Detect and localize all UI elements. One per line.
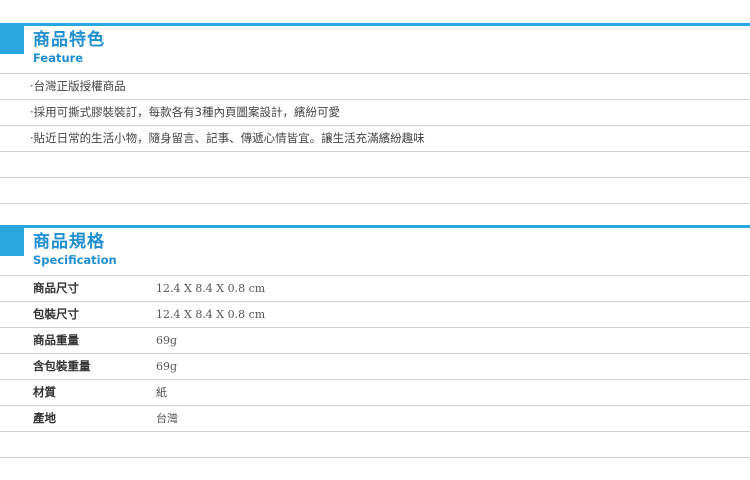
spec-subtitle: Specification bbox=[33, 253, 117, 267]
spec-label: 含包裝重量 bbox=[33, 359, 91, 373]
feature-item: ‧採用可撕式膠裝裝訂，每款各有3種內頁圖案設計，繽紛可愛 bbox=[0, 100, 750, 126]
spec-title: 商品規格 bbox=[33, 232, 105, 252]
feature-item bbox=[0, 178, 750, 204]
feature-header-bar bbox=[0, 26, 24, 54]
spec-header: 商品規格 Specification bbox=[0, 228, 750, 275]
spec-label: 包裝尺寸 bbox=[33, 307, 79, 321]
spec-section: 商品規格 Specification 商品尺寸 12.4 X 8.4 X 0.8… bbox=[0, 204, 750, 458]
feature-subtitle: Feature bbox=[33, 51, 84, 65]
spec-row: 商品尺寸 12.4 X 8.4 X 0.8 cm bbox=[0, 276, 750, 302]
spec-label: 商品重量 bbox=[33, 333, 79, 347]
spec-value: 12.4 X 8.4 X 0.8 cm bbox=[156, 308, 266, 321]
spec-label: 材質 bbox=[33, 385, 56, 399]
spec-row bbox=[0, 432, 750, 458]
feature-item: ‧台灣正版授權商品 bbox=[0, 74, 750, 100]
spec-value: 69g bbox=[156, 360, 178, 373]
spec-value: 台灣 bbox=[156, 412, 178, 425]
spec-row: 含包裝重量 69g bbox=[0, 354, 750, 380]
feature-item-text: ‧採用可撕式膠裝裝訂，每款各有3種內頁圖案設計，繽紛可愛 bbox=[30, 105, 340, 119]
feature-header: 商品特色 Feature bbox=[0, 26, 750, 73]
feature-item-text: ‧台灣正版授權商品 bbox=[30, 79, 126, 93]
spec-row: 商品重量 69g bbox=[0, 328, 750, 354]
spec-label: 商品尺寸 bbox=[33, 281, 79, 295]
feature-section: 商品特色 Feature ‧台灣正版授權商品 ‧採用可撕式膠裝裝訂，每款各有3種… bbox=[0, 0, 750, 204]
spec-row: 產地 台灣 bbox=[0, 406, 750, 432]
spec-value: 紙 bbox=[156, 386, 167, 399]
spec-header-bar bbox=[0, 228, 24, 256]
spec-value: 12.4 X 8.4 X 0.8 cm bbox=[156, 282, 266, 295]
spec-row: 材質 紙 bbox=[0, 380, 750, 406]
feature-item-text: ‧貼近日常的生活小物，隨身留言、記事、傳遞心情皆宜。讓生活充滿繽紛趣味 bbox=[30, 131, 425, 145]
spec-label: 產地 bbox=[33, 411, 56, 425]
spec-row: 包裝尺寸 12.4 X 8.4 X 0.8 cm bbox=[0, 302, 750, 328]
feature-list: ‧台灣正版授權商品 ‧採用可撕式膠裝裝訂，每款各有3種內頁圖案設計，繽紛可愛 ‧… bbox=[0, 73, 750, 204]
feature-item: ‧貼近日常的生活小物，隨身留言、記事、傳遞心情皆宜。讓生活充滿繽紛趣味 bbox=[0, 126, 750, 152]
spec-table: 商品尺寸 12.4 X 8.4 X 0.8 cm 包裝尺寸 12.4 X 8.4… bbox=[0, 275, 750, 458]
spec-value: 69g bbox=[156, 334, 178, 347]
feature-item bbox=[0, 152, 750, 178]
feature-title: 商品特色 bbox=[33, 30, 105, 50]
